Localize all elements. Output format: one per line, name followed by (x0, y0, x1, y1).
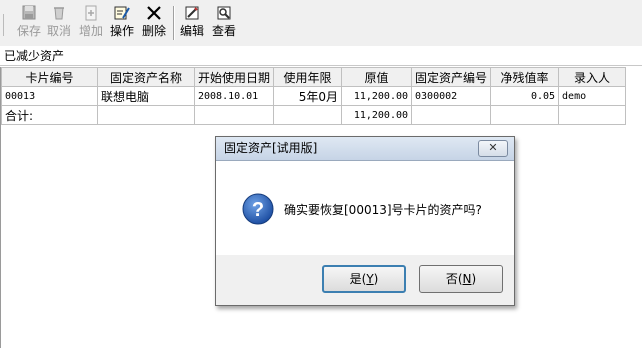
view-icon (217, 6, 231, 20)
dialog-title-bar[interactable]: 固定资产[试用版] ✕ (216, 137, 514, 161)
save-label: 保存 (16, 24, 41, 38)
asset-grid: 卡片编号 固定资产名称 开始使用日期 使用年限 原值 固定资产编号 净残值率 录… (1, 67, 627, 125)
dialog-message: 确实要恢复[00013]号卡片的资产吗? (284, 203, 482, 217)
col-header-asset-name[interactable]: 固定资产名称 (97, 67, 195, 87)
col-header-entered-by[interactable]: 录入人 (558, 67, 627, 87)
close-icon: ✕ (488, 141, 498, 154)
yes-button[interactable]: 是(Y) (322, 265, 406, 293)
add-button[interactable]: 增加 (78, 4, 104, 44)
total-original-value: 11,200.00 (341, 105, 413, 125)
edit-button[interactable]: 编辑 (178, 4, 206, 44)
add-icon (85, 5, 97, 21)
delete-icon (147, 6, 161, 20)
cancel-button[interactable]: 取消 (46, 4, 72, 44)
operate-icon (114, 6, 130, 20)
add-label: 增加 (78, 24, 103, 38)
cancel-icon (54, 7, 64, 20)
total-cell (193, 105, 275, 125)
no-accelerator: N (462, 272, 472, 286)
operate-button[interactable]: 操作 (108, 4, 136, 44)
grid-header-row: 卡片编号 固定资产名称 开始使用日期 使用年限 原值 固定资产编号 净残值率 录… (1, 67, 627, 87)
total-label: 合计: (1, 105, 98, 125)
total-row: 合计: 11,200.00 (1, 105, 627, 125)
total-cell (273, 105, 343, 125)
yes-label: 是( (349, 272, 367, 286)
col-header-residual-rate[interactable]: 净残值率 (490, 67, 560, 87)
cell-card-no[interactable]: 00013 (1, 86, 98, 106)
operate-label: 操作 (109, 24, 134, 38)
toolbar-edge (0, 14, 4, 36)
no-label: 否( (445, 272, 463, 286)
view-button[interactable]: 查看 (210, 4, 238, 44)
svg-text:?: ? (252, 199, 264, 221)
question-icon: ? (242, 193, 274, 225)
delete-button[interactable]: 删除 (140, 4, 168, 44)
table-row[interactable]: 00013 联想电脑 2008.10.01 5年0月 11,200.00 030… (1, 86, 627, 106)
cell-asset-no[interactable]: 0300002 (411, 86, 492, 106)
cell-original-value[interactable]: 11,200.00 (341, 86, 413, 106)
delete-label: 删除 (141, 24, 166, 38)
col-header-card-no[interactable]: 卡片编号 (1, 67, 98, 87)
total-cell (97, 105, 195, 125)
total-cell (490, 105, 560, 125)
col-header-useful-life[interactable]: 使用年限 (273, 67, 343, 87)
edit-icon (185, 6, 199, 20)
save-button[interactable]: 保存 (16, 4, 42, 44)
cancel-label: 取消 (46, 24, 71, 38)
confirm-dialog: 固定资产[试用版] ✕ ? 确实要恢复[00013]号卡片的资产吗? 是(Y) … (215, 136, 515, 306)
col-header-original-value[interactable]: 原值 (341, 67, 413, 87)
col-header-asset-no[interactable]: 固定资产编号 (411, 67, 492, 87)
cell-start-date[interactable]: 2008.10.01 (193, 86, 275, 106)
col-header-start-date[interactable]: 开始使用日期 (193, 67, 275, 87)
total-cell (411, 105, 492, 125)
toolbar-separator (173, 6, 175, 40)
total-cell (558, 105, 627, 125)
toolbar: 保存 取消 增加 操作 删除 编辑 查看 (0, 0, 642, 47)
close-button[interactable]: ✕ (478, 140, 508, 157)
dialog-title: 固定资产[试用版] (224, 141, 318, 155)
save-icon (22, 5, 36, 20)
dialog-body: ? 确实要恢复[00013]号卡片的资产吗? (216, 161, 514, 255)
cell-useful-life[interactable]: 5年0月 (273, 86, 343, 106)
cell-residual-rate[interactable]: 0.05 (490, 86, 560, 106)
no-button[interactable]: 否(N) (419, 265, 503, 293)
section-title: 已减少资产 (0, 46, 642, 66)
cell-entered-by[interactable]: demo (558, 86, 627, 106)
cell-asset-name[interactable]: 联想电脑 (97, 86, 195, 106)
yes-accelerator: Y (366, 272, 374, 286)
view-label: 查看 (211, 24, 236, 38)
edit-label: 编辑 (179, 24, 204, 38)
